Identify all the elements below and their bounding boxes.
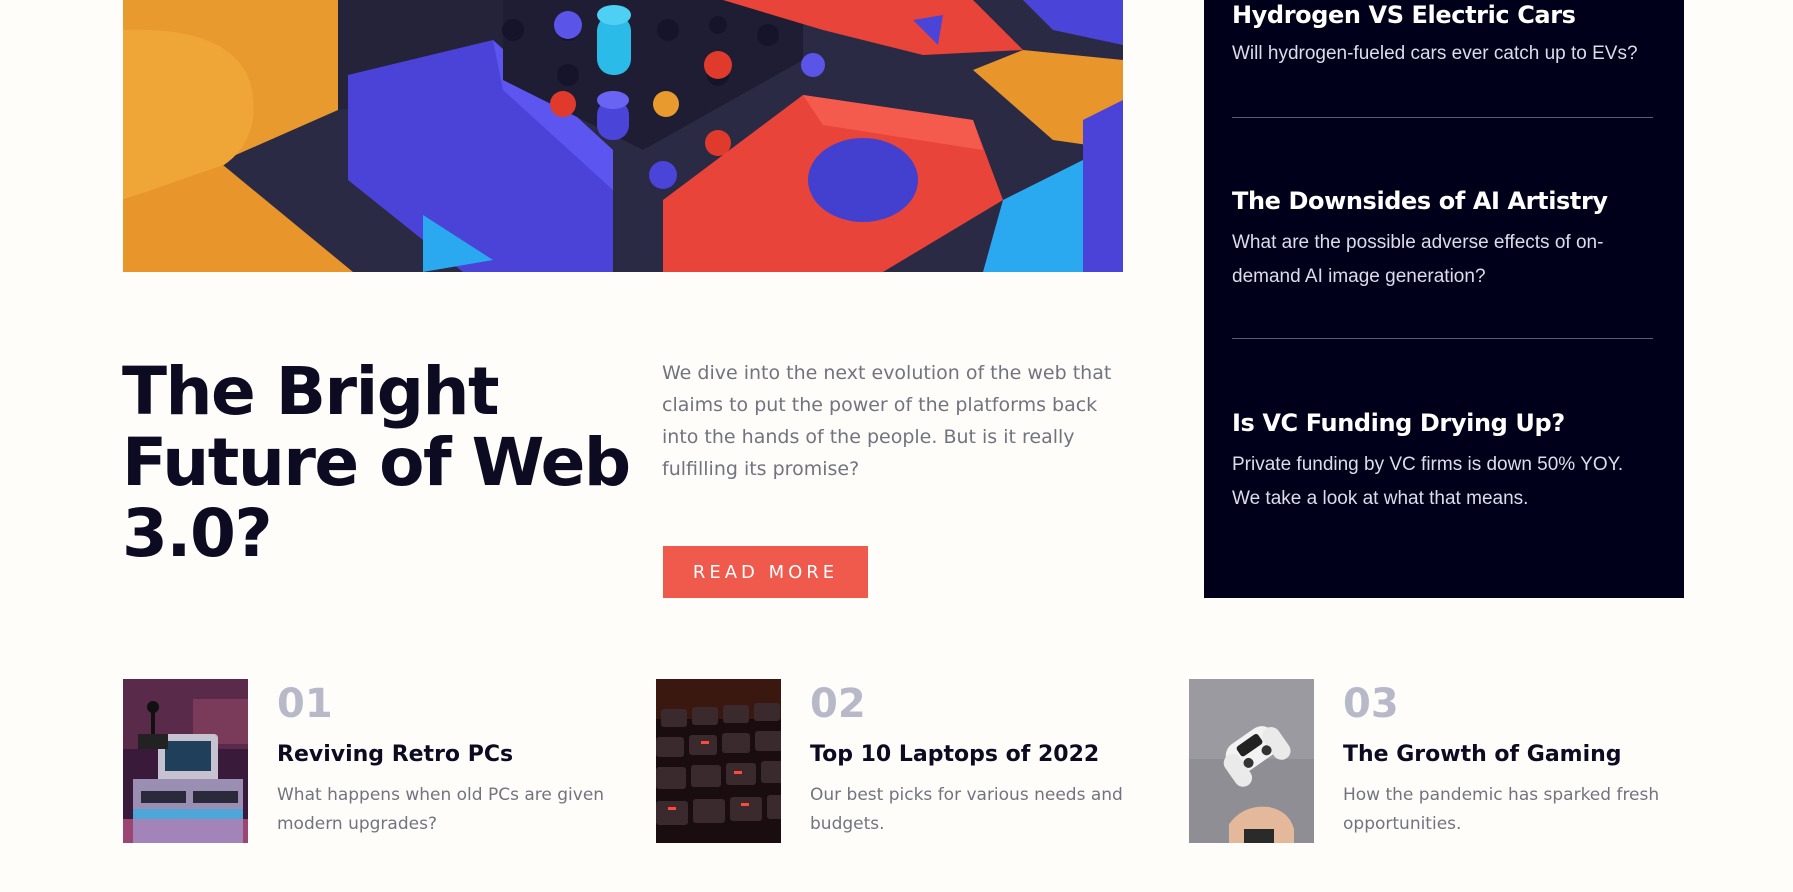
card-title[interactable]: The Growth of Gaming [1343,741,1622,769]
card-description: How the pandemic has sparked fresh oppor… [1343,785,1660,834]
hero-description: We dive into the next evolution of the w… [662,362,1112,480]
read-more-button[interactable]: READ MORE [663,546,868,598]
sidebar-divider [1232,338,1653,339]
card-number: 02 [810,681,866,727]
sidebar-divider [1232,117,1653,118]
sidebar-article-vc-funding[interactable]: Is VC Funding Drying Up? Private funding… [1232,408,1652,516]
retro-computer-image [123,679,248,843]
sidebar-article-description: Private funding by VC firms is down 50% … [1232,454,1624,509]
hero-image[interactable] [123,0,1123,272]
sidebar-article-hydrogen[interactable]: Hydrogen VS Electric Cars Will hydrogen-… [1232,0,1652,71]
card-number: 03 [1343,681,1399,727]
hero-title[interactable]: The Bright Future of Web 3.0? [122,356,642,569]
article-card-01[interactable]: 01 Reviving Retro PCs What happens when … [123,679,623,843]
card-title[interactable]: Reviving Retro PCs [277,741,513,769]
card-number: 01 [277,681,333,727]
sidebar-article-title[interactable]: Is VC Funding Drying Up? [1232,408,1652,438]
sidebar-article-description: Will hydrogen-fueled cars ever catch up … [1232,43,1638,64]
abstract-3d-shapes-image [123,0,1123,272]
game-controller-image [1189,679,1314,843]
card-thumbnail[interactable] [123,679,248,843]
featured-sidebar: Hydrogen VS Electric Cars Will hydrogen-… [1204,0,1684,598]
card-description: What happens when old PCs are given mode… [277,785,605,834]
card-title[interactable]: Top 10 Laptops of 2022 [810,741,1099,769]
card-thumbnail[interactable] [656,679,781,843]
article-card-03[interactable]: 03 The Growth of Gaming How the pandemic… [1189,679,1689,843]
sidebar-article-ai-artistry[interactable]: The Downsides of AI Artistry What are th… [1232,186,1652,294]
card-description: Our best picks for various needs and bud… [810,785,1123,834]
article-card-02[interactable]: 02 Top 10 Laptops of 2022 Our best picks… [656,679,1156,843]
laptop-keyboard-image [656,679,781,843]
sidebar-article-title[interactable]: Hydrogen VS Electric Cars [1232,0,1652,30]
sidebar-article-title[interactable]: The Downsides of AI Artistry [1232,186,1652,216]
card-thumbnail[interactable] [1189,679,1314,843]
sidebar-article-description: What are the possible adverse effects of… [1232,232,1604,287]
